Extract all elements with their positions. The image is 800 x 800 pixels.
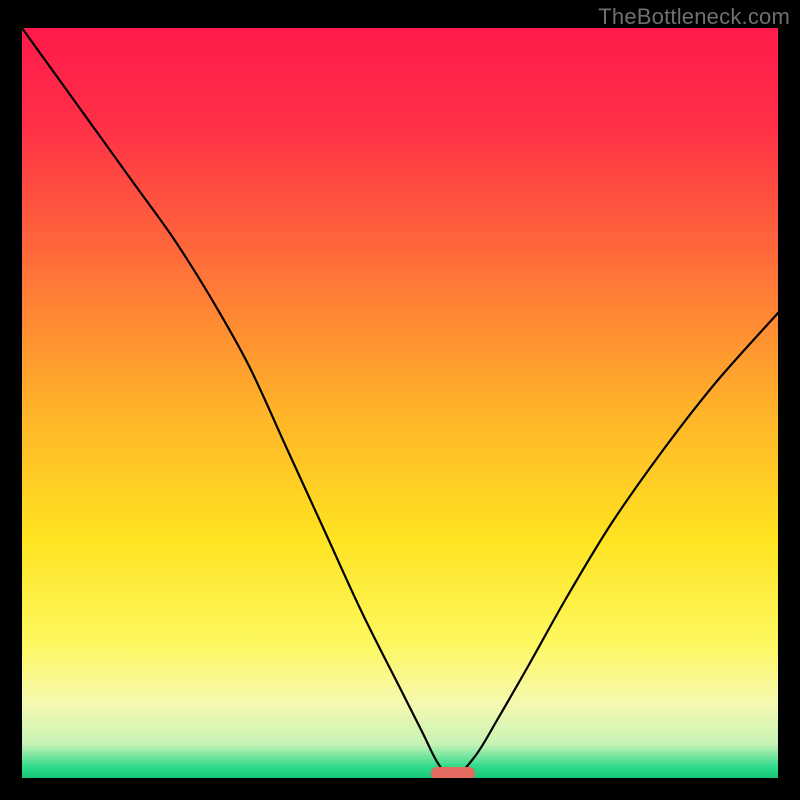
gradient-background (22, 28, 778, 778)
image-frame: TheBottleneck.com (0, 0, 800, 800)
optimal-marker (431, 767, 475, 778)
watermark-text: TheBottleneck.com (598, 4, 790, 30)
chart-plot (22, 28, 778, 778)
chart-canvas (22, 28, 778, 778)
